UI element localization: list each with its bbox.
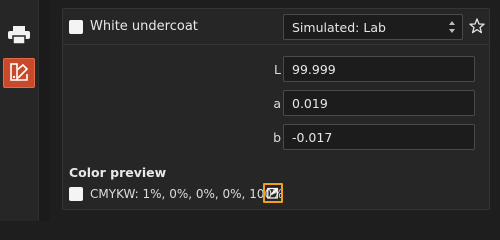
card-title: White undercoat <box>90 19 198 34</box>
sidebar-item-print[interactable] <box>3 20 35 50</box>
sidebar <box>0 0 38 221</box>
printer-icon <box>8 26 30 44</box>
b-field[interactable]: -0.017 <box>283 124 475 150</box>
b-label: b <box>273 130 281 145</box>
preview-checkbox[interactable] <box>69 187 83 201</box>
mode-select-value: Simulated: Lab <box>292 20 386 35</box>
l-label: L <box>274 62 281 77</box>
b-value: -0.017 <box>292 130 333 145</box>
color-preview-row: CMYKW: 1%, 0%, 0%, 0%, 100% <box>69 183 369 205</box>
sidebar-divider <box>38 0 50 221</box>
sidebar-item-color[interactable] <box>3 58 35 88</box>
select-arrows-icon <box>449 21 455 33</box>
cmykw-value: CMYKW: 1%, 0%, 0%, 0%, 100% <box>90 187 284 201</box>
color-swatch-icon <box>10 63 29 81</box>
l-value: 99.999 <box>292 62 336 77</box>
l-field[interactable]: 99.999 <box>283 56 475 82</box>
white-undercoat-card: White undercoat Simulated: Lab L 99.999 … <box>62 8 490 210</box>
a-field[interactable]: 0.019 <box>283 90 475 116</box>
edit-icon <box>267 187 279 199</box>
a-label: a <box>273 96 281 111</box>
star-outline-icon[interactable] <box>469 18 485 34</box>
mode-select[interactable]: Simulated: Lab <box>283 14 463 40</box>
card-header: White undercoat Simulated: Lab <box>63 9 489 45</box>
a-value: 0.019 <box>292 96 328 111</box>
color-preview-title: Color preview <box>69 165 167 180</box>
edit-color-button[interactable] <box>263 183 283 203</box>
enable-checkbox[interactable] <box>69 20 83 34</box>
